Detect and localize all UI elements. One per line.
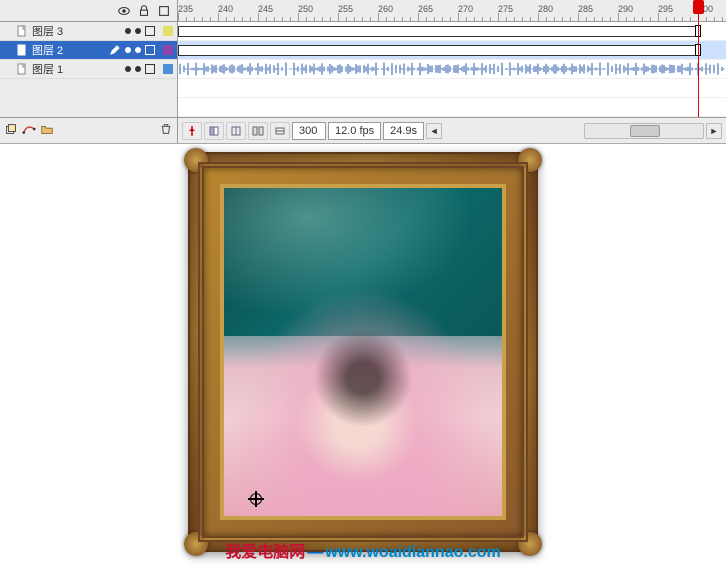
layer-name-label: 图层 2 <box>32 42 105 58</box>
layers-body: 图层 3 图层 2 图层 1 <box>0 22 726 117</box>
outline-toggle[interactable] <box>145 45 155 55</box>
layer-row[interactable]: 图层 3 <box>0 22 177 41</box>
layer-name-label: 图层 3 <box>32 23 121 39</box>
edit-multiple-icon[interactable] <box>248 122 268 140</box>
timeline-footer: 300 12.0 fps 24.9s ◄ ► <box>0 117 726 143</box>
modify-markers-icon[interactable] <box>270 122 290 140</box>
fps-field[interactable]: 12.0 fps <box>328 122 381 140</box>
watermark-url: www.woaidiannao.com <box>325 544 500 561</box>
registration-point-icon[interactable] <box>250 493 262 505</box>
ruler-tick-label: 295 <box>658 4 673 14</box>
outline-toggle[interactable] <box>145 26 155 36</box>
outline-toggle[interactable] <box>145 64 155 74</box>
layer-color-swatch[interactable] <box>163 64 173 74</box>
track-row[interactable] <box>178 60 726 79</box>
trash-icon[interactable] <box>159 122 173 139</box>
onion-skin-icon[interactable] <box>204 122 224 140</box>
timeline-panel: 235 240 245 250 255 260 265 270 275 280 285 290 295 3… <box>0 0 726 144</box>
lock-dot[interactable] <box>135 28 141 34</box>
ruler-tick-label: 250 <box>298 4 313 14</box>
timeline-scrollbar[interactable] <box>584 123 704 139</box>
watermark-dash: — <box>307 544 323 561</box>
ruler-tick-label: 245 <box>258 4 273 14</box>
visibility-dot[interactable] <box>125 47 131 53</box>
ruler-tick-label: 280 <box>538 4 553 14</box>
layer-page-icon <box>16 44 28 56</box>
center-frame-icon[interactable] <box>182 122 202 140</box>
timeline-header: 2352402452502552602652702752802852902953… <box>0 0 726 22</box>
add-motion-guide-icon[interactable] <box>22 122 36 139</box>
ruler-tick-label: 235 <box>178 4 193 14</box>
timeline-ruler[interactable]: 2352402452502552602652702752802852902953… <box>178 0 726 21</box>
layer-page-icon <box>16 63 28 75</box>
layer-header-icons <box>0 0 178 21</box>
footer-left <box>0 118 178 143</box>
layer-row[interactable]: 图层 2 <box>0 41 177 60</box>
layer-row[interactable]: 图层 1 <box>0 60 177 79</box>
frame-inner <box>220 184 506 520</box>
insert-layer-icon[interactable] <box>4 122 18 139</box>
eye-icon[interactable] <box>117 4 131 18</box>
watermark-brand: 我爱电脑网 <box>225 544 305 561</box>
audio-waveform <box>178 60 726 78</box>
lock-dot[interactable] <box>135 66 141 72</box>
portrait-photo <box>224 188 502 516</box>
layer-page-icon <box>16 25 28 37</box>
outline-icon[interactable] <box>157 4 171 18</box>
footer-right: 300 12.0 fps 24.9s ◄ ► <box>178 122 726 140</box>
ruler-tick-label: 255 <box>338 4 353 14</box>
frame-span[interactable] <box>178 45 698 56</box>
visibility-dot[interactable] <box>125 66 131 72</box>
track-row[interactable] <box>178 22 726 41</box>
insert-folder-icon[interactable] <box>40 122 54 139</box>
ruler-tick-label: 265 <box>418 4 433 14</box>
ruler-tick-label: 240 <box>218 4 233 14</box>
ruler-tick-label: 270 <box>458 4 473 14</box>
current-frame-field[interactable]: 300 <box>292 122 326 140</box>
layer-name-label: 图层 1 <box>32 61 121 77</box>
ruler-tick-label: 290 <box>618 4 633 14</box>
scroll-left-arrow[interactable]: ◄ <box>426 123 442 139</box>
scrollbar-thumb[interactable] <box>630 125 660 137</box>
lock-dot[interactable] <box>135 47 141 53</box>
elapsed-time-field: 24.9s <box>383 122 424 140</box>
layer-color-swatch[interactable] <box>163 45 173 55</box>
ruler-tick-label: 285 <box>578 4 593 14</box>
pencil-icon <box>109 44 121 56</box>
onion-outline-icon[interactable] <box>226 122 246 140</box>
watermark: 我爱电脑网—www.woaidiannao.com <box>225 538 500 562</box>
frame-span[interactable] <box>178 26 698 37</box>
visibility-dot[interactable] <box>125 28 131 34</box>
scroll-right-arrow[interactable]: ► <box>706 123 722 139</box>
layer-color-swatch[interactable] <box>163 26 173 36</box>
playhead[interactable] <box>698 0 699 21</box>
ruler-tick-label: 275 <box>498 4 513 14</box>
stage-canvas[interactable] <box>0 144 726 578</box>
lock-icon[interactable] <box>137 4 151 18</box>
layers-list: 图层 3 图层 2 图层 1 <box>0 22 178 117</box>
tracks-area[interactable] <box>178 22 726 117</box>
track-row[interactable] <box>178 41 726 60</box>
ruler-tick-label: 260 <box>378 4 393 14</box>
ornate-frame[interactable] <box>188 152 538 552</box>
